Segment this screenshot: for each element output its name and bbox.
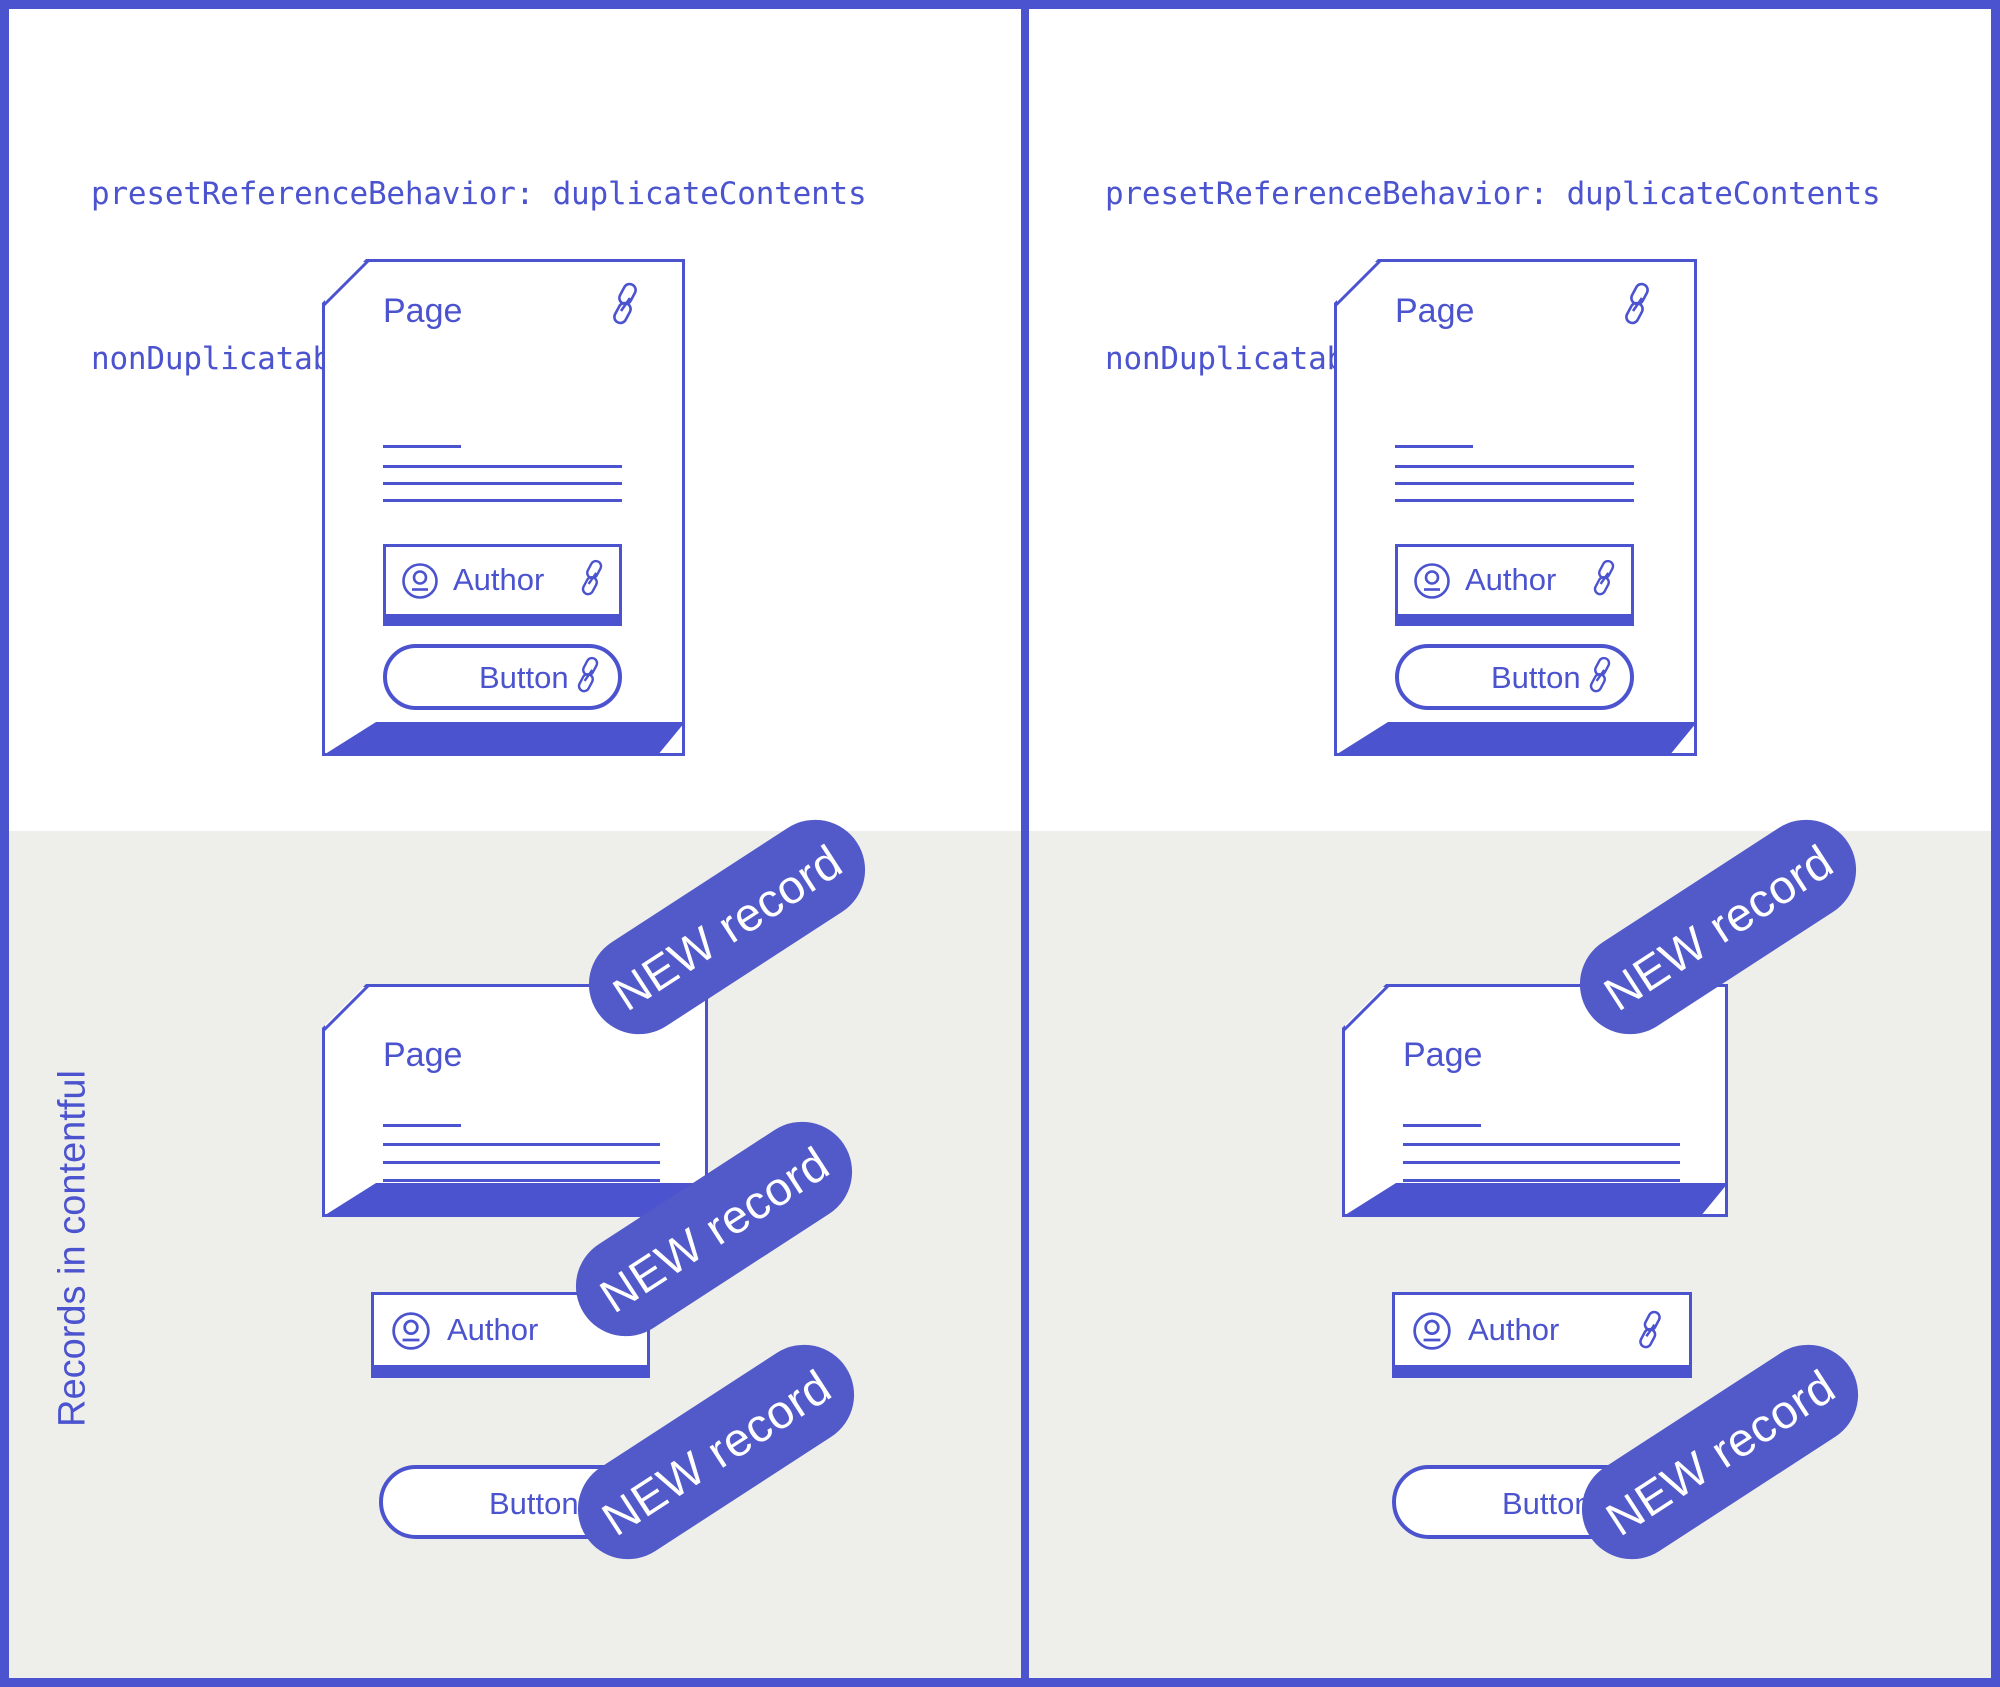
right-config-line-1: presetReferenceBehavior: duplicateConten… [1105, 176, 1881, 212]
diagram-frame: Records in contentful presetReferenceBeh… [0, 0, 2000, 1687]
panel-divider [1021, 9, 1029, 1678]
card-author-reference[interactable]: Author [1395, 544, 1634, 626]
user-circle-icon [402, 563, 438, 599]
left-config-line-1: presetReferenceBehavior: duplicateConten… [91, 176, 867, 212]
text-rule-short [1403, 1124, 1481, 1127]
author-label: Author [447, 1312, 539, 1347]
author-label: Author [453, 562, 545, 597]
link-icon[interactable] [1583, 654, 1617, 696]
user-circle-icon [1414, 563, 1450, 599]
page-card-title: Page [1395, 292, 1475, 330]
button-label: Button [1502, 1486, 1592, 1521]
card-button-reference[interactable]: Button [383, 644, 622, 721]
author-label: Author [1465, 562, 1557, 597]
author-shadow [1392, 1368, 1692, 1378]
text-rule [383, 1161, 660, 1164]
text-rule [1395, 499, 1634, 502]
text-rule-short [383, 1124, 461, 1127]
card-button-reference[interactable]: Button [1395, 644, 1634, 721]
link-icon[interactable] [1632, 1308, 1668, 1352]
text-rule-short [1395, 445, 1473, 448]
link-icon[interactable] [571, 654, 605, 696]
text-rule [383, 465, 622, 468]
page-paper [1342, 984, 1728, 1217]
text-rule-short [383, 445, 461, 448]
text-rule [383, 499, 622, 502]
link-icon[interactable] [1617, 281, 1657, 327]
text-rule [1395, 465, 1634, 468]
right-record-page-card[interactable]: Page [1341, 983, 1728, 1217]
button-label: Button [479, 660, 569, 695]
author-label: Author [1468, 1312, 1560, 1347]
author-shadow [371, 1368, 650, 1378]
author-shadow [1395, 617, 1634, 626]
page-bottom-shadow [1342, 1183, 1728, 1217]
text-rule [383, 1143, 660, 1146]
text-rule [383, 1179, 660, 1182]
page-card-title: Page [383, 292, 463, 330]
user-circle-icon [1413, 1312, 1451, 1350]
page-bottom-shadow [322, 722, 685, 756]
text-rule [383, 482, 622, 485]
text-rule [1403, 1143, 1680, 1146]
author-shadow [383, 617, 622, 626]
text-rule [1403, 1161, 1680, 1164]
page-bottom-shadow [1334, 722, 1697, 756]
text-rule [1403, 1179, 1680, 1182]
card-author-reference[interactable]: Author [383, 544, 622, 626]
left-source-page-card[interactable]: Page Author Button [321, 258, 685, 756]
link-icon[interactable] [575, 557, 609, 599]
right-record-author[interactable]: Author [1392, 1292, 1692, 1378]
right-source-page-card[interactable]: Page Author Button [1333, 258, 1697, 756]
user-circle-icon [392, 1312, 430, 1350]
page-card-title: Page [383, 1036, 463, 1074]
button-label: Button [1491, 660, 1581, 695]
link-icon[interactable] [605, 281, 645, 327]
button-label: Button [489, 1486, 579, 1521]
text-rule [1395, 482, 1634, 485]
link-icon[interactable] [1587, 557, 1621, 599]
page-card-title: Page [1403, 1036, 1483, 1074]
records-in-contentful-label: Records in contentful [51, 1070, 94, 1427]
